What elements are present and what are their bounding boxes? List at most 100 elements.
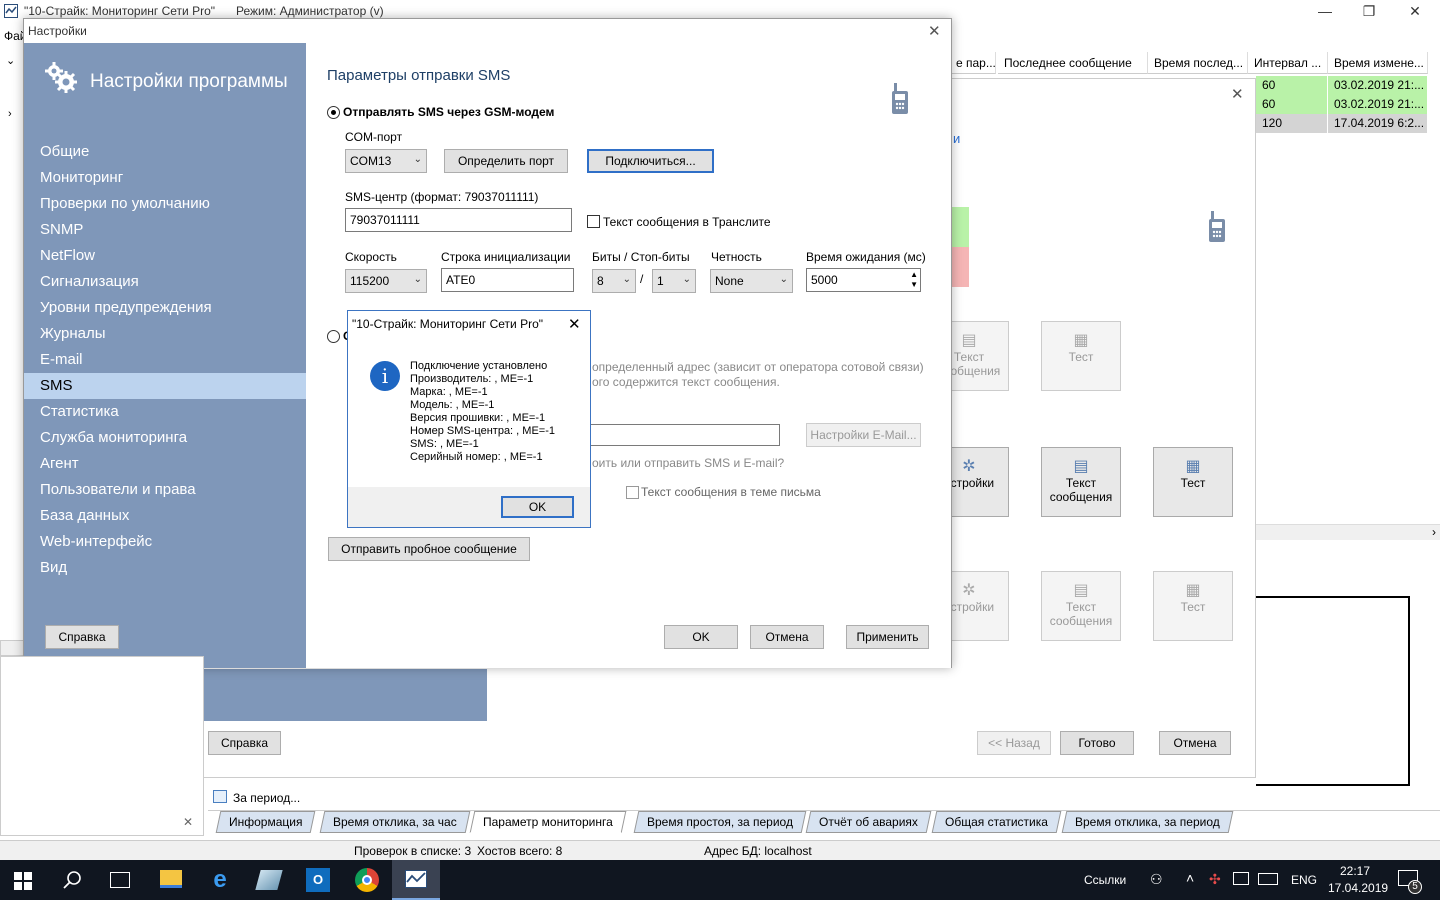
people-icon[interactable]: ⚇ — [1150, 871, 1163, 888]
nav-item-database[interactable]: База данных — [24, 503, 306, 529]
keyboard-icon[interactable] — [1258, 873, 1278, 885]
stop-bits-select[interactable]: 1 ⌄ — [652, 269, 696, 293]
grid-header[interactable]: Время послед... — [1148, 52, 1248, 74]
subject-checkbox[interactable] — [626, 486, 639, 499]
nav-item-warning-levels[interactable]: Уровни предупреждения — [24, 295, 306, 321]
close-icon[interactable]: ✕ — [928, 22, 941, 40]
test-tile[interactable]: ▦ Тест — [1153, 447, 1233, 517]
grid-header[interactable]: Интервал ... — [1248, 52, 1328, 74]
parity-select[interactable]: None ⌄ — [710, 269, 793, 293]
minimize-icon[interactable]: — — [1310, 2, 1340, 20]
tab-general-statistics[interactable]: Общая статистика — [931, 811, 1062, 833]
gsm-modem-label[interactable]: Отправлять SMS через GSM-модем — [343, 105, 554, 119]
close-icon[interactable]: ✕ — [1400, 2, 1430, 20]
message-text-tile[interactable]: ▤ Текст сообщения — [1041, 447, 1121, 517]
grid-row[interactable]: 60 03.02.2019 21:... — [1256, 95, 1428, 114]
email-address-input[interactable] — [590, 424, 780, 446]
translit-checkbox[interactable] — [587, 215, 600, 228]
email-settings-button[interactable]: Настройки E-Mail... — [806, 423, 921, 447]
cancel-button[interactable]: Отмена — [750, 625, 824, 649]
grid-header[interactable]: е пар... — [950, 52, 996, 74]
chevron-up-icon[interactable]: ˄ — [1186, 870, 1194, 886]
network-icon[interactable] — [1233, 872, 1249, 885]
timeout-input[interactable]: 5000 ▲ ▼ — [806, 268, 921, 292]
grid-row[interactable]: 60 03.02.2019 21:... — [1256, 76, 1428, 95]
language-indicator[interactable]: ENG — [1291, 873, 1317, 887]
windows-start-icon[interactable] — [14, 872, 32, 890]
dropbox-icon[interactable]: ✣ — [1209, 871, 1221, 888]
msgbox-ok-button[interactable]: OK — [501, 496, 574, 518]
search-icon[interactable] — [62, 870, 82, 890]
subject-checkbox-label[interactable]: Текст сообщения в теме письма — [641, 485, 821, 499]
clock-date[interactable]: 17.04.2019 — [1328, 881, 1388, 895]
bits-select[interactable]: 8 ⌄ — [592, 269, 636, 293]
init-string-input[interactable]: ATE0 — [441, 268, 574, 292]
nav-item-netflow[interactable]: NetFlow — [24, 243, 306, 269]
notification-badge: 5 — [1408, 880, 1422, 894]
grid-header[interactable]: Время измене... — [1328, 52, 1428, 74]
grid-row[interactable]: 120 17.04.2019 6:2... — [1256, 114, 1428, 133]
tab-response-hour[interactable]: Время отклика, за час — [319, 811, 471, 833]
nav-item-snmp[interactable]: SNMP — [24, 217, 306, 243]
test-tile[interactable]: ▦ Тест — [1041, 321, 1121, 391]
com-port-select[interactable]: COM13 ⌄ — [345, 149, 427, 173]
test-tile[interactable]: ▦ Тест — [1153, 571, 1233, 641]
speed-select[interactable]: 115200 ⌄ — [345, 269, 427, 293]
tab-downtime-period[interactable]: Время простоя, за период — [633, 811, 807, 833]
translit-label[interactable]: Текст сообщения в Транслите — [603, 215, 771, 229]
nav-item-view[interactable]: Вид — [24, 555, 306, 581]
nav-item-logs[interactable]: Журналы — [24, 321, 306, 347]
detect-port-button[interactable]: Определить порт — [444, 149, 568, 173]
gsm-modem-radio[interactable] — [327, 106, 340, 119]
nav-item-statistics[interactable]: Статистика — [24, 399, 306, 425]
sms-center-input[interactable]: 79037011111 — [345, 208, 572, 232]
cancel-button[interactable]: Отмена — [1159, 731, 1231, 755]
nav-item-monitoring[interactable]: Мониторинг — [24, 165, 306, 191]
nav-item-sms[interactable]: SMS — [24, 373, 306, 399]
chevron-right-icon[interactable]: › — [1432, 525, 1436, 539]
links-label[interactable]: Ссылки — [1084, 873, 1126, 887]
connect-button[interactable]: Подключиться... — [587, 149, 714, 173]
restore-icon[interactable]: ❐ — [1354, 2, 1384, 20]
ok-button[interactable]: OK — [664, 625, 738, 649]
monitoring-app-icon[interactable] — [392, 860, 440, 900]
grid-hscroll[interactable]: › — [1256, 524, 1440, 540]
outlook-icon[interactable]: O — [306, 868, 330, 892]
nav-item-alarms[interactable]: Сигнализация — [24, 269, 306, 295]
nav-item-users[interactable]: Пользователи и права — [24, 477, 306, 503]
tab-monitoring-parameter[interactable]: Параметр мониторинга — [469, 811, 627, 833]
email-radio[interactable] — [327, 330, 340, 343]
period-label[interactable]: За период... — [233, 791, 300, 805]
back-button[interactable]: << Назад — [977, 731, 1051, 755]
tab-alarm-report[interactable]: Отчёт об авариях — [805, 811, 932, 833]
done-button[interactable]: Готово — [1060, 731, 1134, 755]
nav-item-email[interactable]: E-mail — [24, 347, 306, 373]
close-icon[interactable]: ✕ — [183, 815, 193, 829]
tab-information[interactable]: Информация — [215, 811, 316, 833]
close-icon[interactable]: ✕ — [1231, 85, 1244, 103]
edge-icon[interactable]: e — [208, 868, 232, 892]
apply-button[interactable]: Применить — [846, 625, 929, 649]
notes-app-icon[interactable] — [255, 870, 283, 890]
file-explorer-icon[interactable] — [160, 870, 182, 888]
tab-response-period[interactable]: Время отклика, за период — [1061, 811, 1234, 833]
message-text-tile[interactable]: ▤ Текст сообщения — [1041, 571, 1121, 641]
task-view-icon[interactable] — [110, 872, 130, 888]
chrome-icon[interactable] — [355, 868, 379, 892]
help-button[interactable]: Справка — [45, 625, 119, 649]
help-button[interactable]: Справка — [208, 731, 281, 755]
left-hscroll[interactable] — [0, 640, 24, 656]
nav-item-default-checks[interactable]: Проверки по умолчанию — [24, 191, 306, 217]
chevron-down-icon[interactable]: ⌄ — [6, 54, 15, 67]
spin-down-icon[interactable]: ▼ — [910, 280, 918, 289]
spin-up-icon[interactable]: ▲ — [910, 270, 918, 279]
nav-item-web-interface[interactable]: Web-интерфейс — [24, 529, 306, 555]
nav-item-monitoring-service[interactable]: Служба мониторинга — [24, 425, 306, 451]
nav-item-agent[interactable]: Агент — [24, 451, 306, 477]
grid-header[interactable]: Последнее сообщение — [998, 52, 1148, 74]
close-icon[interactable]: ✕ — [568, 315, 581, 333]
send-test-button[interactable]: Отправить пробное сообщение — [328, 537, 530, 561]
clock-time[interactable]: 22:17 — [1340, 864, 1370, 878]
nav-item-general[interactable]: Общие — [24, 139, 306, 165]
chevron-right-icon[interactable]: › — [8, 108, 12, 120]
